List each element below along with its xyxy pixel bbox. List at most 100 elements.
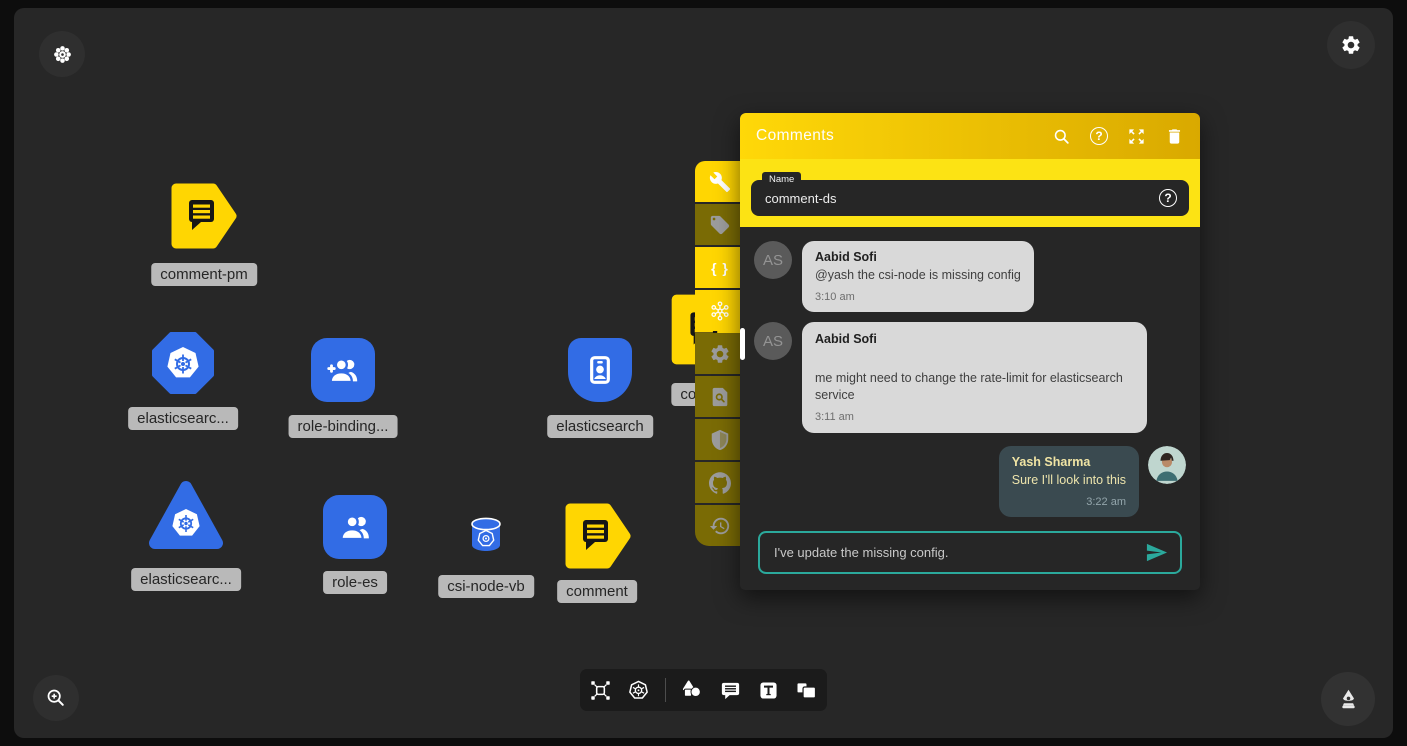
node-label: role-es xyxy=(323,571,387,594)
node-label-text: role-binding... xyxy=(298,418,389,435)
dock-kubernetes-button[interactable] xyxy=(627,679,650,702)
message-text: Sure I'll look into this xyxy=(1012,472,1126,489)
message-author: Aabid Sofi xyxy=(815,250,1021,264)
settings-button[interactable] xyxy=(1327,21,1375,69)
design-canvas[interactable]: comment-pm elasticsearc... role-binding.… xyxy=(14,8,1393,738)
help-icon[interactable]: ? xyxy=(1090,127,1108,145)
message: Yash Sharma Sure I'll look into this 3:2… xyxy=(740,446,1200,517)
pen-tool-icon xyxy=(1336,687,1361,712)
node-label: elasticsearc... xyxy=(128,407,238,430)
tool-history[interactable] xyxy=(695,505,745,546)
message: AS Aabid Sofi @yash the csi-node is miss… xyxy=(740,241,1200,312)
kanvas-logo-button[interactable] xyxy=(39,31,85,77)
panel-scrollbar[interactable] xyxy=(740,328,745,360)
tool-configure[interactable] xyxy=(695,161,745,202)
portrait-photo xyxy=(1148,446,1186,484)
layers-icon xyxy=(795,679,818,702)
message-text: @yash the csi-node is missing config xyxy=(815,267,1021,284)
node-csi-node-vb[interactable] xyxy=(468,516,504,554)
mesh-icon xyxy=(709,300,731,322)
message-text: me might need to change the rate-limit f… xyxy=(815,370,1134,404)
panel-header-icons: ? xyxy=(1052,127,1184,146)
avatar: AS xyxy=(754,241,792,279)
node-label: csi-node-vb xyxy=(438,575,534,598)
octagon-kubernetes-icon xyxy=(151,331,215,395)
panel-title: Comments xyxy=(756,127,1052,145)
node-elasticsearch-triangle[interactable] xyxy=(147,478,225,556)
braces-icon: { } xyxy=(711,260,729,276)
zoom-in-icon xyxy=(45,687,67,709)
tool-github[interactable] xyxy=(695,462,745,503)
node-role-binding[interactable] xyxy=(311,338,375,402)
tool-mesh[interactable] xyxy=(695,290,745,331)
dock-divider xyxy=(665,678,666,702)
node-label: comment-pm xyxy=(151,263,257,286)
tool-inspect[interactable] xyxy=(695,376,745,417)
node-label: role-binding... xyxy=(289,415,398,438)
name-input[interactable]: Name comment-ds ? xyxy=(751,180,1189,216)
avatar: AS xyxy=(754,322,792,360)
comments-panel-header[interactable]: Comments ? xyxy=(740,113,1200,159)
history-icon xyxy=(709,515,731,537)
message-author: Yash Sharma xyxy=(1012,455,1126,469)
search-icon[interactable] xyxy=(1052,127,1071,146)
node-label-text: comment xyxy=(566,583,628,600)
pen-tool-button[interactable] xyxy=(1321,672,1375,726)
comments-panel: Comments ? Name comment-ds ? xyxy=(740,113,1200,590)
dock-comment-button[interactable] xyxy=(719,679,742,702)
message-time: 3:10 am xyxy=(815,291,1021,303)
node-label: elasticsearc... xyxy=(131,568,241,591)
avatar-photo xyxy=(1148,446,1186,484)
expand-icon[interactable] xyxy=(1127,127,1146,146)
composer-input[interactable]: I've update the missing config. xyxy=(774,545,1145,560)
node-label: comment xyxy=(557,580,637,603)
tool-json[interactable]: { } xyxy=(695,247,745,288)
node-role-es[interactable] xyxy=(323,495,387,559)
user-plus-icon xyxy=(323,350,363,390)
kanvas-flower-icon xyxy=(52,44,73,65)
dock-layers-button[interactable] xyxy=(795,679,818,702)
gear-icon xyxy=(1340,34,1362,56)
tool-security[interactable] xyxy=(695,419,745,460)
tag-icon xyxy=(709,214,731,236)
node-label-text: elasticsearch xyxy=(556,418,644,435)
cylinder-kubernetes-icon xyxy=(468,516,504,554)
name-field-value: comment-ds xyxy=(765,191,1159,206)
wrench-icon xyxy=(709,171,731,193)
dock-shapes-button[interactable] xyxy=(681,679,704,702)
delete-icon[interactable] xyxy=(1165,127,1184,146)
node-label-text: comment-pm xyxy=(160,266,248,283)
node-comment-pm[interactable] xyxy=(169,181,239,251)
tool-labels[interactable] xyxy=(695,204,745,245)
message-bubble: Aabid Sofi me might need to change the r… xyxy=(802,322,1147,433)
node-label-text: csi-node-vb xyxy=(447,578,525,595)
comment-icon xyxy=(719,679,742,702)
tool-settings[interactable] xyxy=(695,333,745,374)
network-icon xyxy=(589,679,612,702)
text-icon xyxy=(757,679,780,702)
name-help-icon[interactable]: ? xyxy=(1159,189,1177,207)
comment-shape-icon xyxy=(169,181,239,251)
triangle-kubernetes-icon xyxy=(147,478,225,556)
send-button[interactable] xyxy=(1145,541,1168,564)
message-author: Aabid Sofi xyxy=(815,332,1134,346)
zoom-button[interactable] xyxy=(33,675,79,721)
node-action-toolbar: { } xyxy=(695,161,745,548)
node-label-text: role-es xyxy=(332,574,378,591)
message-time: 3:22 am xyxy=(1012,496,1126,508)
comment-composer[interactable]: I've update the missing config. xyxy=(758,531,1182,574)
comment-shape-icon xyxy=(563,501,633,571)
node-elasticsearch-octagon[interactable] xyxy=(151,331,215,395)
id-badge-icon xyxy=(580,350,620,390)
name-field-area: Name comment-ds ? xyxy=(740,159,1200,227)
node-comment[interactable] xyxy=(563,501,633,571)
dock-network-button[interactable] xyxy=(589,679,612,702)
messages-list: AS Aabid Sofi @yash the csi-node is miss… xyxy=(740,227,1200,531)
shield-icon xyxy=(709,429,731,451)
message: AS Aabid Sofi me might need to change th… xyxy=(740,322,1200,433)
github-icon xyxy=(709,472,731,494)
dock-text-button[interactable] xyxy=(757,679,780,702)
node-label: elasticsearch xyxy=(547,415,653,438)
node-elasticsearch-serviceaccount[interactable] xyxy=(568,338,632,402)
kubernetes-icon xyxy=(627,679,650,702)
